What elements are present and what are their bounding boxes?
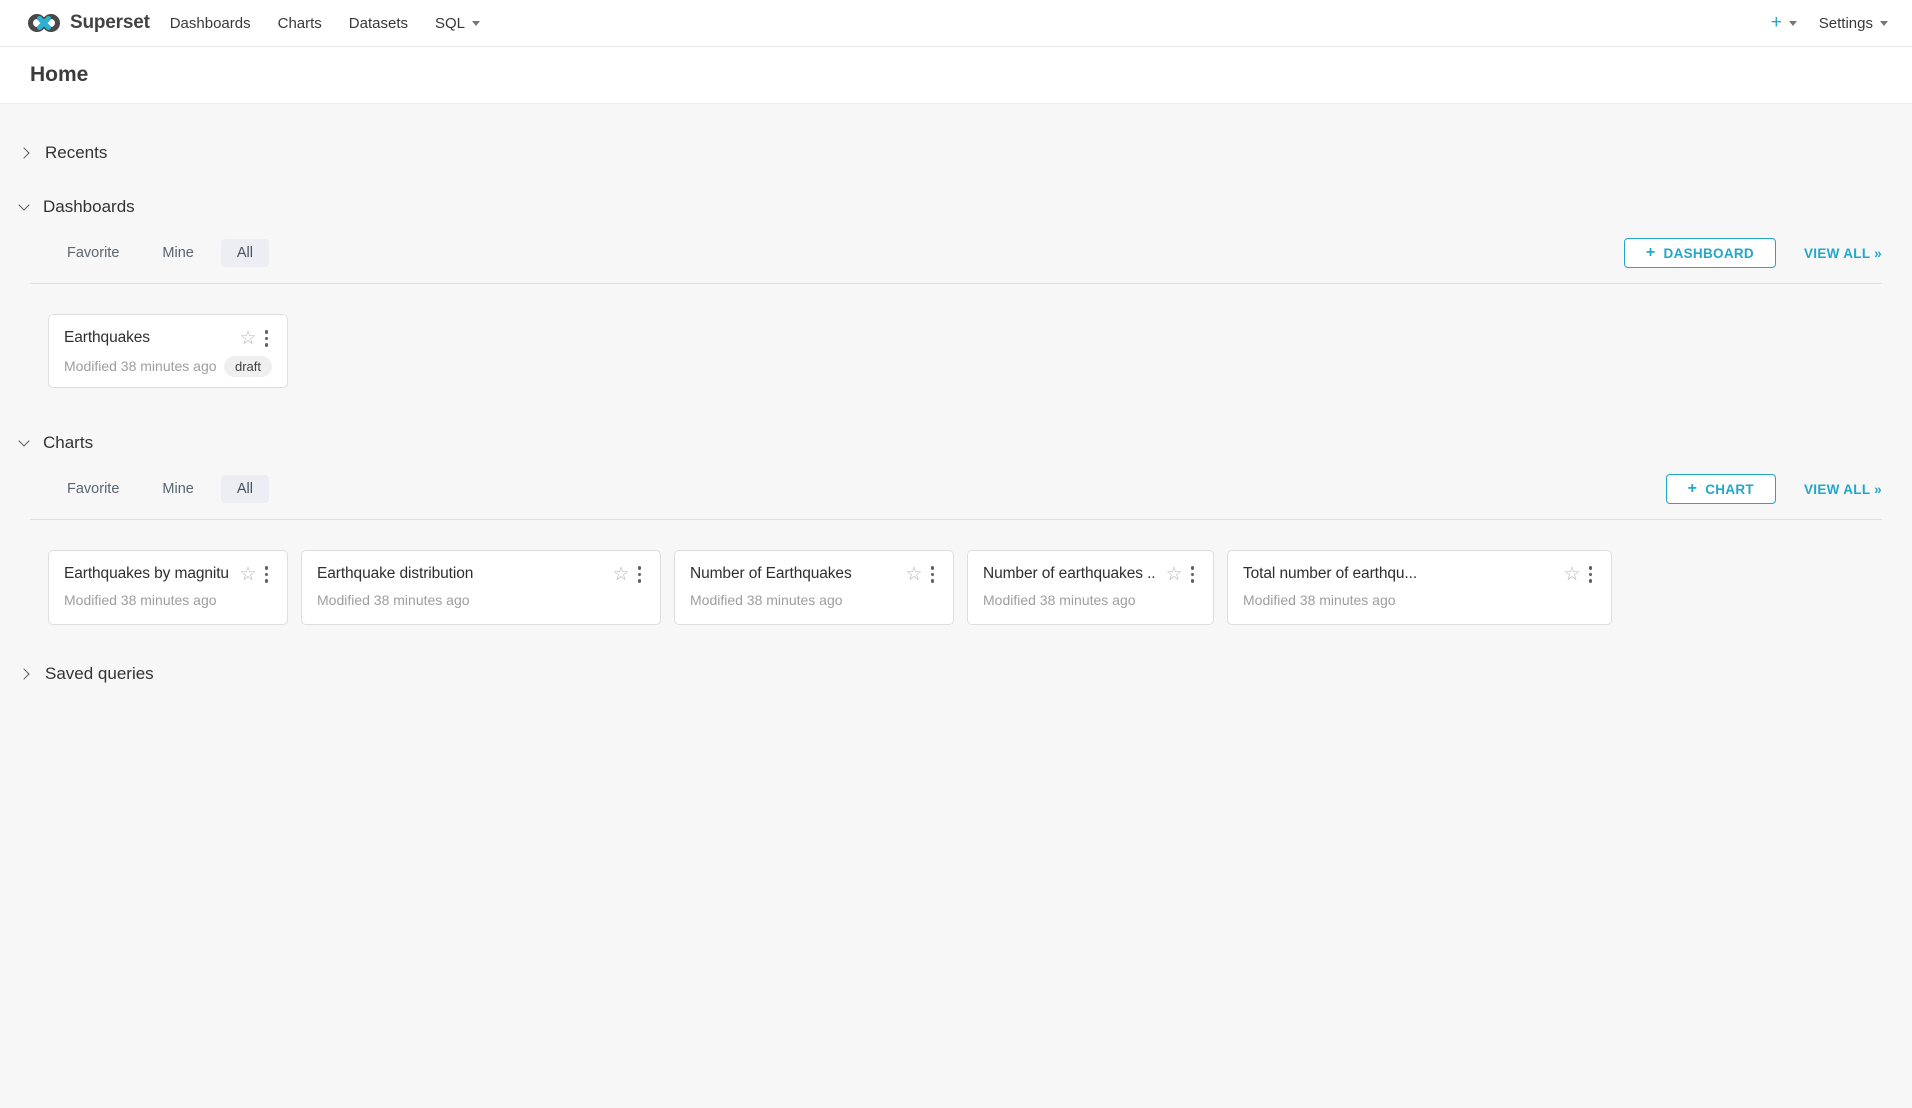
charts-cards-row: Earthquakes by magnitu... ☆ Modified 38 … — [48, 550, 1912, 625]
nav-item-datasets[interactable]: Datasets — [349, 15, 408, 32]
favorite-star-icon[interactable]: ☆ — [1165, 565, 1182, 584]
modified-label: Modified 38 minutes ago — [64, 592, 217, 608]
tab-mine[interactable]: Mine — [146, 239, 209, 267]
main-content: Recents Dashboards Favorite Mine All + D… — [0, 104, 1912, 1108]
chart-card[interactable]: Number of earthquakes ... ☆ Modified 38 … — [967, 550, 1214, 625]
chevron-right-icon — [18, 147, 29, 158]
favorite-star-icon[interactable]: ☆ — [239, 329, 256, 348]
favorite-star-icon[interactable]: ☆ — [239, 565, 256, 584]
more-options-icon[interactable] — [1187, 564, 1199, 585]
chevron-down-icon — [18, 435, 29, 446]
nav-item-charts[interactable]: Charts — [278, 15, 322, 32]
section-charts-header[interactable]: Charts — [0, 432, 1912, 454]
chevron-down-icon — [1789, 21, 1797, 26]
divider — [30, 283, 1882, 284]
modified-label: Modified 38 minutes ago — [690, 592, 843, 608]
section-recents-header[interactable]: Recents — [0, 142, 1912, 164]
chevron-down-icon — [1880, 21, 1888, 26]
draft-status-badge: draft — [224, 356, 272, 377]
more-options-icon[interactable] — [261, 328, 273, 349]
chart-card[interactable]: Earthquakes by magnitu... ☆ Modified 38 … — [48, 550, 288, 625]
chevron-right-icon — [18, 668, 29, 679]
navbar-right: + Settings — [1771, 12, 1896, 34]
divider — [30, 519, 1882, 520]
more-options-icon[interactable] — [261, 564, 273, 585]
plus-icon: + — [1646, 244, 1656, 262]
tab-all[interactable]: All — [221, 475, 269, 503]
card-title[interactable]: Earthquakes by magnitu... — [64, 565, 229, 583]
nav-item-dashboards[interactable]: Dashboards — [170, 15, 251, 32]
tab-favorite[interactable]: Favorite — [51, 475, 135, 503]
new-item-button[interactable]: + — [1771, 12, 1797, 34]
chart-card[interactable]: Total number of earthqu... ☆ Modified 38… — [1227, 550, 1612, 625]
favorite-star-icon[interactable]: ☆ — [612, 565, 629, 584]
charts-submenu: Favorite Mine All + CHART VIEW ALL » — [0, 474, 1912, 504]
page-header: Home — [0, 47, 1912, 104]
modified-label: Modified 38 minutes ago — [64, 358, 217, 374]
settings-menu[interactable]: Settings — [1819, 15, 1888, 32]
dashboards-cards-row: Earthquakes ☆ Modified 38 minutes ago dr… — [48, 314, 1912, 388]
chart-card[interactable]: Earthquake distribution ☆ Modified 38 mi… — [301, 550, 661, 625]
nav-item-sql[interactable]: SQL — [435, 15, 480, 32]
section-title: Recents — [45, 143, 107, 163]
charts-tabs: Favorite Mine All — [51, 475, 269, 503]
dashboards-actions: + DASHBOARD VIEW ALL » — [1624, 238, 1882, 268]
more-options-icon[interactable] — [1585, 564, 1597, 585]
chevron-down-icon — [18, 199, 29, 210]
page-title: Home — [30, 63, 88, 87]
section-dashboards: Dashboards Favorite Mine All + DASHBOARD… — [0, 196, 1912, 388]
tab-all[interactable]: All — [221, 239, 269, 267]
brand-name: Superset — [70, 12, 150, 34]
infinity-logo-icon — [26, 11, 62, 35]
navbar: Superset Dashboards Charts Datasets SQL … — [0, 0, 1912, 47]
section-charts: Charts Favorite Mine All + CHART VIEW AL… — [0, 432, 1912, 625]
plus-icon: + — [1771, 12, 1782, 34]
chevron-down-icon — [472, 21, 480, 26]
section-saved-queries-header[interactable]: Saved queries — [0, 663, 1912, 685]
more-options-icon[interactable] — [634, 564, 646, 585]
modified-label: Modified 38 minutes ago — [983, 592, 1136, 608]
dashboards-tabs: Favorite Mine All — [51, 239, 269, 267]
card-title[interactable]: Earthquake distribution — [317, 565, 602, 583]
more-options-icon[interactable] — [927, 564, 939, 585]
chart-card[interactable]: Number of Earthquakes ☆ Modified 38 minu… — [674, 550, 954, 625]
dashboards-submenu: Favorite Mine All + DASHBOARD VIEW ALL » — [0, 238, 1912, 268]
section-title: Dashboards — [43, 197, 135, 217]
section-dashboards-header[interactable]: Dashboards — [0, 196, 1912, 218]
add-chart-button[interactable]: + CHART — [1666, 474, 1776, 504]
card-title[interactable]: Total number of earthqu... — [1243, 565, 1553, 583]
dashboards-view-all-link[interactable]: VIEW ALL » — [1804, 246, 1882, 261]
add-dashboard-button[interactable]: + DASHBOARD — [1624, 238, 1776, 268]
card-title[interactable]: Number of Earthquakes — [690, 565, 895, 583]
nav-menu: Dashboards Charts Datasets SQL — [170, 15, 480, 32]
section-title: Saved queries — [45, 664, 154, 684]
tab-mine[interactable]: Mine — [146, 475, 209, 503]
card-title[interactable]: Number of earthquakes ... — [983, 565, 1155, 583]
modified-label: Modified 38 minutes ago — [317, 592, 470, 608]
tab-favorite[interactable]: Favorite — [51, 239, 135, 267]
plus-icon: + — [1688, 480, 1698, 498]
charts-actions: + CHART VIEW ALL » — [1666, 474, 1882, 504]
charts-view-all-link[interactable]: VIEW ALL » — [1804, 482, 1882, 497]
dashboard-card-earthquakes[interactable]: Earthquakes ☆ Modified 38 minutes ago dr… — [48, 314, 288, 388]
favorite-star-icon[interactable]: ☆ — [905, 565, 922, 584]
card-title[interactable]: Earthquakes — [64, 329, 229, 347]
superset-logo[interactable]: Superset — [26, 11, 150, 35]
favorite-star-icon[interactable]: ☆ — [1563, 565, 1580, 584]
section-title: Charts — [43, 433, 93, 453]
modified-label: Modified 38 minutes ago — [1243, 592, 1396, 608]
